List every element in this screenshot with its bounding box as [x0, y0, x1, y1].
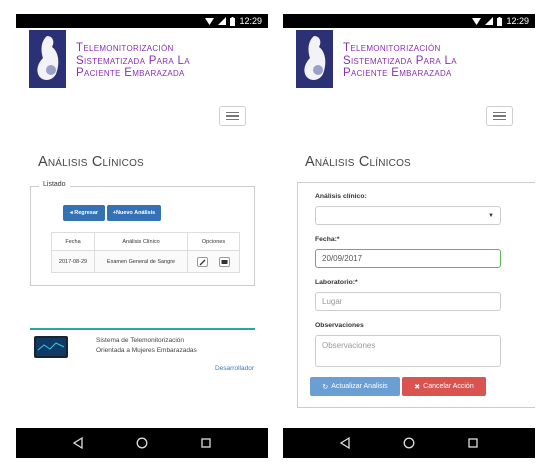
laboratorio-input[interactable]: Lugar — [315, 292, 501, 311]
signal-icon — [218, 17, 227, 25]
status-bar: 12:29 — [16, 14, 268, 28]
analysis-table: Fecha Análisis Clínico Opciones 2017-08-… — [51, 232, 240, 273]
laboratorio-label: Laboratorio:* — [315, 279, 358, 286]
analysis-form: Análisis clínico: ▼ Fecha:* 20/09/2017 L… — [297, 182, 535, 408]
app-title-line1: Telemonitorización — [76, 42, 174, 54]
app-logo[interactable] — [29, 30, 66, 88]
recents-nav-icon[interactable] — [467, 437, 479, 449]
observaciones-textarea[interactable]: Observaciones — [315, 335, 501, 367]
footer-divider — [30, 328, 255, 330]
update-analysis-label: Actualizar Analisis — [331, 383, 388, 390]
app-title-line2: Sistematizada Para La — [343, 54, 457, 67]
footer-line1: Sistema de Telemonitorización — [96, 337, 185, 344]
status-time: 12:29 — [239, 16, 262, 26]
page-title: Análisis Clínicos — [38, 154, 144, 170]
cancel-action-button[interactable]: ✖ Cancelar Acción — [402, 377, 486, 396]
update-analysis-button[interactable]: ↻ Actualizar Analisis — [310, 377, 400, 396]
battery-icon — [497, 16, 503, 26]
table-row: 2017-08-29 Examen General de Sangre — [51, 250, 240, 273]
view-button[interactable] — [219, 256, 231, 267]
cell-options — [187, 250, 240, 273]
app-title-line2: Sistematizada Para La — [76, 54, 190, 67]
observaciones-label: Observaciones — [315, 322, 364, 329]
image-icon — [221, 259, 228, 264]
app-title-line1: Telemonitorización — [343, 42, 441, 54]
fecha-input[interactable]: 20/09/2017 — [315, 249, 501, 268]
column-header-opciones: Opciones — [187, 232, 240, 251]
back-button-label: Regresar — [74, 210, 99, 216]
back-button[interactable]: ◂ Regresar — [63, 205, 105, 221]
tablet-image — [34, 336, 68, 358]
fecha-label: Fecha:* — [315, 236, 340, 243]
page-title: Análisis Clínicos — [305, 154, 411, 170]
app-title-line3: Paciente Embarazada — [76, 67, 185, 79]
footer-line2: Orientada a Mujeres Embarazadas — [96, 347, 197, 354]
back-nav-icon[interactable] — [339, 437, 351, 449]
back-nav-icon[interactable] — [72, 437, 84, 449]
android-nav-bar — [283, 428, 535, 458]
cell-fecha: 2017-08-29 — [51, 250, 95, 273]
phone-screen-list: 12:29 Telemonitorización Sistematizada P… — [16, 14, 268, 458]
app-title-line3: Paciente Embarazada — [343, 67, 452, 79]
home-nav-icon[interactable] — [136, 437, 148, 449]
wifi-icon — [205, 18, 215, 25]
analisis-select[interactable]: ▼ — [315, 206, 501, 225]
listado-panel: Listado ◂ Regresar + Nuevo Análisis Fech… — [30, 181, 255, 286]
app-title: Telemonitorización Sistematizada Para La… — [76, 42, 261, 80]
observaciones-placeholder: Observaciones — [322, 341, 376, 350]
menu-toggle-button[interactable] — [486, 106, 513, 126]
signal-icon — [485, 17, 494, 25]
new-analysis-button-label: Nuevo Análisis — [115, 210, 156, 216]
column-header-analisis: Análisis Clínico — [94, 232, 188, 251]
status-bar: 12:29 — [283, 14, 535, 28]
dropdown-caret-icon: ▼ — [488, 213, 494, 219]
app-header: Telemonitorización Sistematizada Para La… — [283, 28, 535, 102]
footer-text: Sistema de Telemonitorización Orientada … — [96, 336, 197, 356]
battery-icon — [230, 16, 236, 26]
app-header: Telemonitorización Sistematizada Para La… — [16, 28, 268, 102]
listado-legend: Listado — [39, 181, 70, 188]
close-icon: ✖ — [414, 383, 421, 391]
cancel-action-label: Cancelar Acción — [423, 383, 474, 390]
column-header-fecha: Fecha — [51, 232, 95, 251]
recents-nav-icon[interactable] — [200, 437, 212, 449]
app-title: Telemonitorización Sistematizada Para La… — [343, 42, 528, 80]
developer-link[interactable]: Desarrollador — [215, 365, 254, 372]
status-time: 12:29 — [506, 16, 529, 26]
wifi-icon — [472, 18, 482, 25]
laboratorio-placeholder: Lugar — [322, 297, 343, 306]
edit-button[interactable] — [196, 256, 208, 267]
home-nav-icon[interactable] — [403, 437, 415, 449]
menu-toggle-button[interactable] — [219, 106, 246, 126]
android-nav-bar — [16, 428, 268, 458]
fecha-input-value: 20/09/2017 — [322, 254, 363, 263]
table-header-row: Fecha Análisis Clínico Opciones — [51, 232, 240, 251]
refresh-icon: ↻ — [322, 383, 329, 391]
new-analysis-button[interactable]: + Nuevo Análisis — [107, 205, 161, 221]
analisis-label: Análisis clínico: — [315, 193, 367, 200]
cell-analisis: Examen General de Sangre — [94, 250, 188, 273]
phone-screen-form: 12:29 Telemonitorización Sistematizada P… — [283, 14, 535, 458]
pencil-icon — [199, 259, 206, 265]
app-logo[interactable] — [296, 30, 333, 88]
